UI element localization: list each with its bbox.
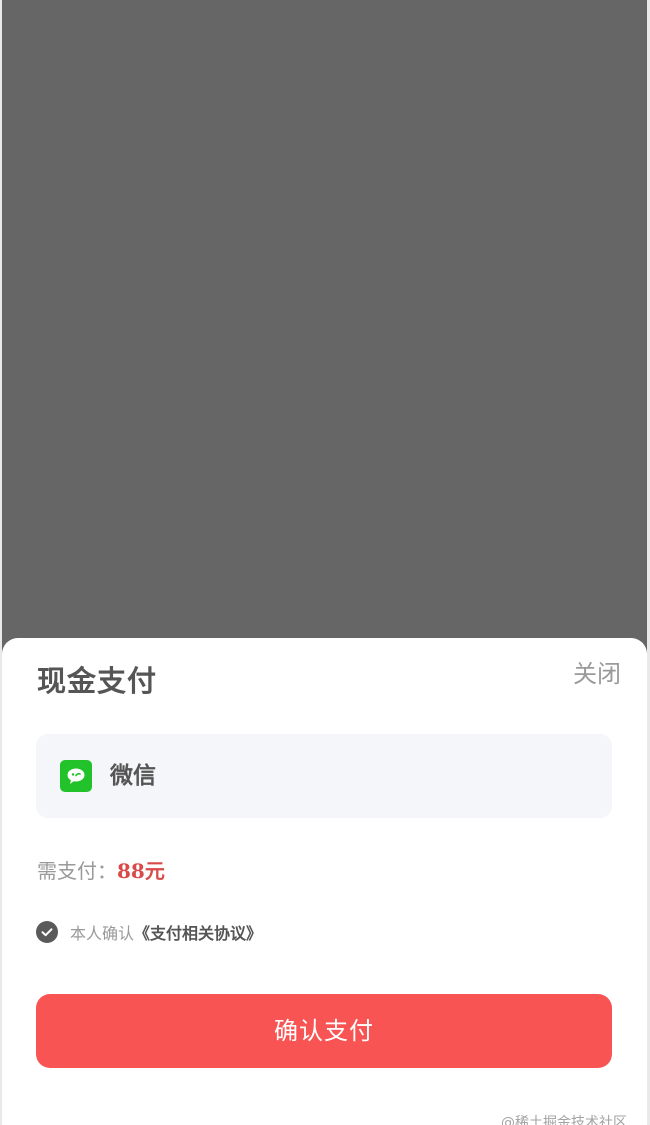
payment-bottom-sheet: 现金支付 关闭 微信 需支付：88元 本人确认 《支付相关协议》 确认支付 @稀… [2,638,647,1125]
payment-method-wechat[interactable]: 微信 [36,734,612,818]
sheet-title: 现金支付 [37,664,158,698]
agreement-row: 本人确认 《支付相关协议》 [36,920,262,944]
amount-label: 需支付： [37,859,117,883]
amount-row: 需支付：88元 [37,855,165,887]
agreement-prefix: 本人确认 [70,924,135,943]
watermark: @稀土掘金技术社区 [501,1115,627,1125]
payment-method-label: 微信 [110,762,156,789]
agreement-link[interactable]: 《支付相关协议》 [134,920,262,944]
confirm-payment-button[interactable]: 确认支付 [36,994,612,1068]
screen: 现金支付 关闭 微信 需支付：88元 本人确认 《支付相关协议》 确认支付 @稀… [0,0,650,1125]
checkbox-checked-icon[interactable] [36,921,58,943]
amount-value: 88元 [117,859,165,883]
close-button[interactable]: 关闭 [573,656,621,692]
wechat-icon [60,760,92,792]
